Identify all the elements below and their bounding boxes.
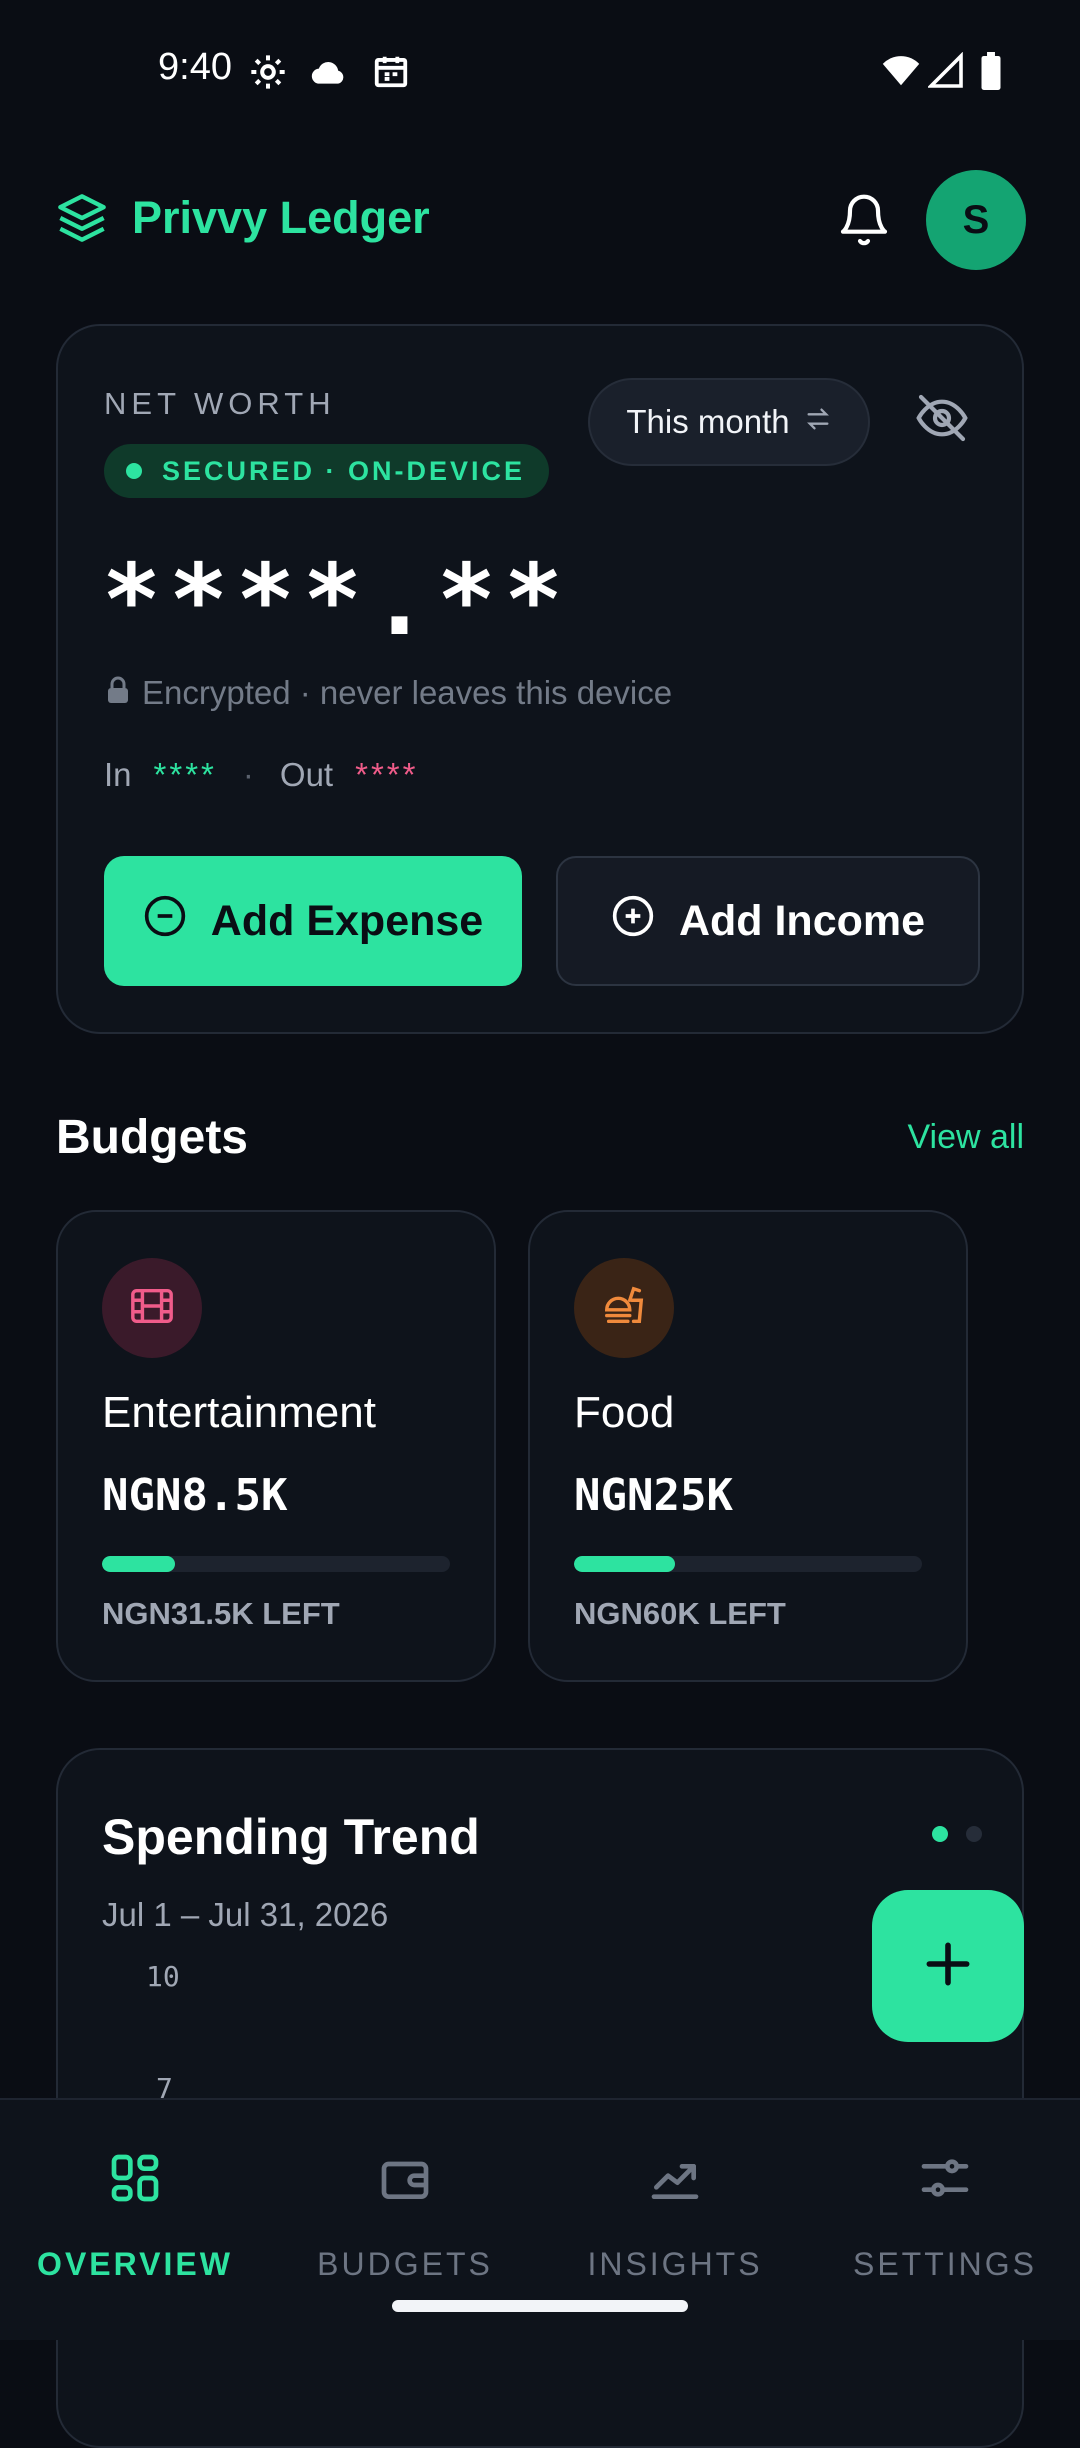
wallet-icon <box>377 2150 433 2211</box>
calendar-icon <box>372 52 410 95</box>
budget-spent: NGN25K <box>574 1470 733 1521</box>
budget-progress-bar <box>574 1556 922 1572</box>
view-all-link[interactable]: View all <box>907 1118 1024 1157</box>
status-bar: 9:40 <box>0 0 1080 140</box>
nav-item-overview[interactable]: OVERVIEW <box>0 2100 270 2300</box>
budget-progress-bar <box>102 1556 450 1572</box>
nav-label: INSIGHTS <box>587 2246 763 2282</box>
budget-progress-fill <box>574 1556 675 1572</box>
carousel-indicator[interactable] <box>932 1826 982 1842</box>
period-label: This month <box>626 403 790 440</box>
budget-icon-wrap <box>102 1258 202 1358</box>
nav-label: OVERVIEW <box>37 2246 233 2282</box>
app-title: Privvy Ledger <box>132 192 430 243</box>
carousel-dot-active[interactable] <box>932 1826 948 1842</box>
plus-circle-icon <box>611 894 655 949</box>
budget-icon-wrap <box>574 1258 674 1358</box>
nav-label: BUDGETS <box>317 2246 493 2282</box>
sliders-icon <box>917 2150 973 2211</box>
nav-item-insights[interactable]: INSIGHTS <box>540 2100 810 2300</box>
spending-trend-range: Jul 1 – Jul 31, 2026 <box>102 1896 389 1933</box>
avatar[interactable]: S <box>926 170 1026 270</box>
plus-icon <box>920 1936 976 1997</box>
budget-name: Entertainment <box>102 1388 376 1437</box>
battery-icon <box>980 52 1002 95</box>
net-worth-value: ****.** <box>102 544 572 658</box>
add-expense-label: Add Expense <box>210 896 484 945</box>
nav-item-settings[interactable]: SETTINGS <box>810 2100 1080 2300</box>
cloud-icon <box>308 52 350 97</box>
encrypted-note: Encrypted · never leaves this device <box>106 674 672 712</box>
budget-spent: NGN8.5K <box>102 1470 288 1521</box>
net-worth-label: NET WORTH <box>104 386 336 421</box>
bell-icon[interactable] <box>836 188 892 257</box>
budget-progress-fill <box>102 1556 176 1572</box>
secured-badge: SECURED · ON-DEVICE <box>104 444 550 498</box>
budgets-section-title: Budgets <box>56 1111 248 1164</box>
fast-food-icon <box>601 1283 647 1334</box>
budget-card-food[interactable]: Food NGN25K NGN60K LEFT <box>528 1210 968 1682</box>
add-income-label: Add Income <box>678 896 926 945</box>
grid-icon <box>107 2150 163 2211</box>
home-indicator[interactable] <box>392 2300 688 2312</box>
budget-name: Food <box>574 1388 675 1437</box>
add-expense-button[interactable]: Add Expense <box>104 856 522 986</box>
eye-off-icon[interactable] <box>914 390 970 451</box>
separator: · <box>242 756 254 793</box>
secured-badge-text: SECURED · ON-DEVICE <box>162 456 526 486</box>
budget-remaining: NGN60K LEFT <box>574 1596 786 1631</box>
out-value: **** <box>355 756 419 793</box>
out-label: Out <box>279 756 334 793</box>
app-header: Privvy Ledger S <box>0 160 1080 280</box>
status-time: 9:40 <box>158 46 232 88</box>
wifi-icon <box>880 52 922 95</box>
status-dot-icon <box>126 463 142 479</box>
budget-card-entertainment[interactable]: Entertainment NGN8.5K NGN31.5K LEFT <box>56 1210 496 1682</box>
period-selector[interactable]: This month <box>588 378 870 466</box>
nav-label: SETTINGS <box>852 2246 1037 2282</box>
add-transaction-fab[interactable] <box>872 1890 1024 2042</box>
signal-icon <box>926 51 964 95</box>
budget-remaining: NGN31.5K LEFT <box>102 1596 340 1631</box>
spending-trend-title: Spending Trend <box>102 1809 480 1865</box>
settings-gear-icon <box>248 52 288 97</box>
add-income-button[interactable]: Add Income <box>556 856 980 986</box>
net-worth-card: NET WORTH SECURED · ON-DEVICE This month… <box>56 324 1024 1034</box>
encrypted-note-text: Encrypted · never leaves this device <box>142 674 673 711</box>
carousel-dot[interactable] <box>966 1826 982 1842</box>
in-label: In <box>104 756 132 793</box>
nav-item-budgets[interactable]: BUDGETS <box>270 2100 540 2300</box>
trend-up-icon <box>647 2150 703 2211</box>
minus-circle-icon <box>143 894 187 949</box>
in-value: **** <box>153 756 217 793</box>
lock-icon <box>106 674 130 712</box>
y-axis-tick: 10 <box>146 1960 180 1993</box>
swap-arrows-icon <box>804 403 832 441</box>
layers-icon <box>56 192 108 249</box>
film-icon <box>129 1283 175 1334</box>
in-out-summary: In **** · Out **** <box>104 756 418 794</box>
